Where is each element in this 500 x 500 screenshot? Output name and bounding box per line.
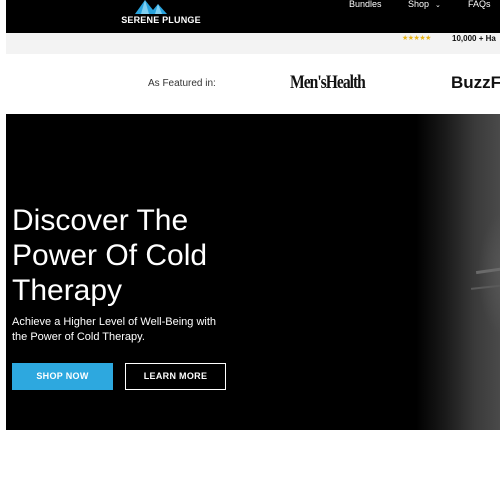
nav-item-faqs[interactable]: FAQs (468, 0, 491, 12)
chevron-down-icon: ⌄ (435, 2, 441, 9)
featured-in-strip: As Featured in: Men'sHealth BuzzF (0, 54, 500, 114)
mountain-triangle-icon (135, 0, 167, 14)
page: SERENE PLUNGE Bundles Shop ⌄ FAQs ★★★★★ 1… (0, 0, 500, 500)
star-rating-icon: ★★★★★ (402, 35, 431, 42)
nav-label: Bundles (349, 0, 382, 9)
hero-banner: Discover The Power Of Cold Therapy Achie… (6, 114, 500, 430)
hero-subtitle: Achieve a Higher Level of Well-Being wit… (12, 316, 217, 343)
rating-bar: ★★★★★ 10,000 + Ha (6, 33, 500, 54)
featured-label: As Featured in: (148, 78, 216, 89)
nav-label: FAQs (468, 0, 491, 9)
hero-title: Discover The Power Of Cold Therapy (12, 204, 208, 307)
nav-label: Shop (408, 0, 430, 9)
nav-item-shop[interactable]: Shop ⌄ (408, 0, 441, 12)
review-count: 10,000 + Ha (452, 34, 496, 43)
buzzfeed-logo: BuzzF (451, 73, 500, 92)
site-header: SERENE PLUNGE Bundles Shop ⌄ FAQs (6, 0, 500, 33)
shop-now-button[interactable]: SHOP NOW (12, 363, 113, 390)
brand-logo[interactable]: SERENE PLUNGE (116, 0, 206, 30)
mens-health-logo: Men'sHealth (290, 72, 366, 93)
learn-more-button[interactable]: LEARN MORE (125, 363, 226, 390)
brand-name: SERENE PLUNGE (121, 15, 201, 25)
nav-item-bundles[interactable]: Bundles (349, 0, 382, 12)
